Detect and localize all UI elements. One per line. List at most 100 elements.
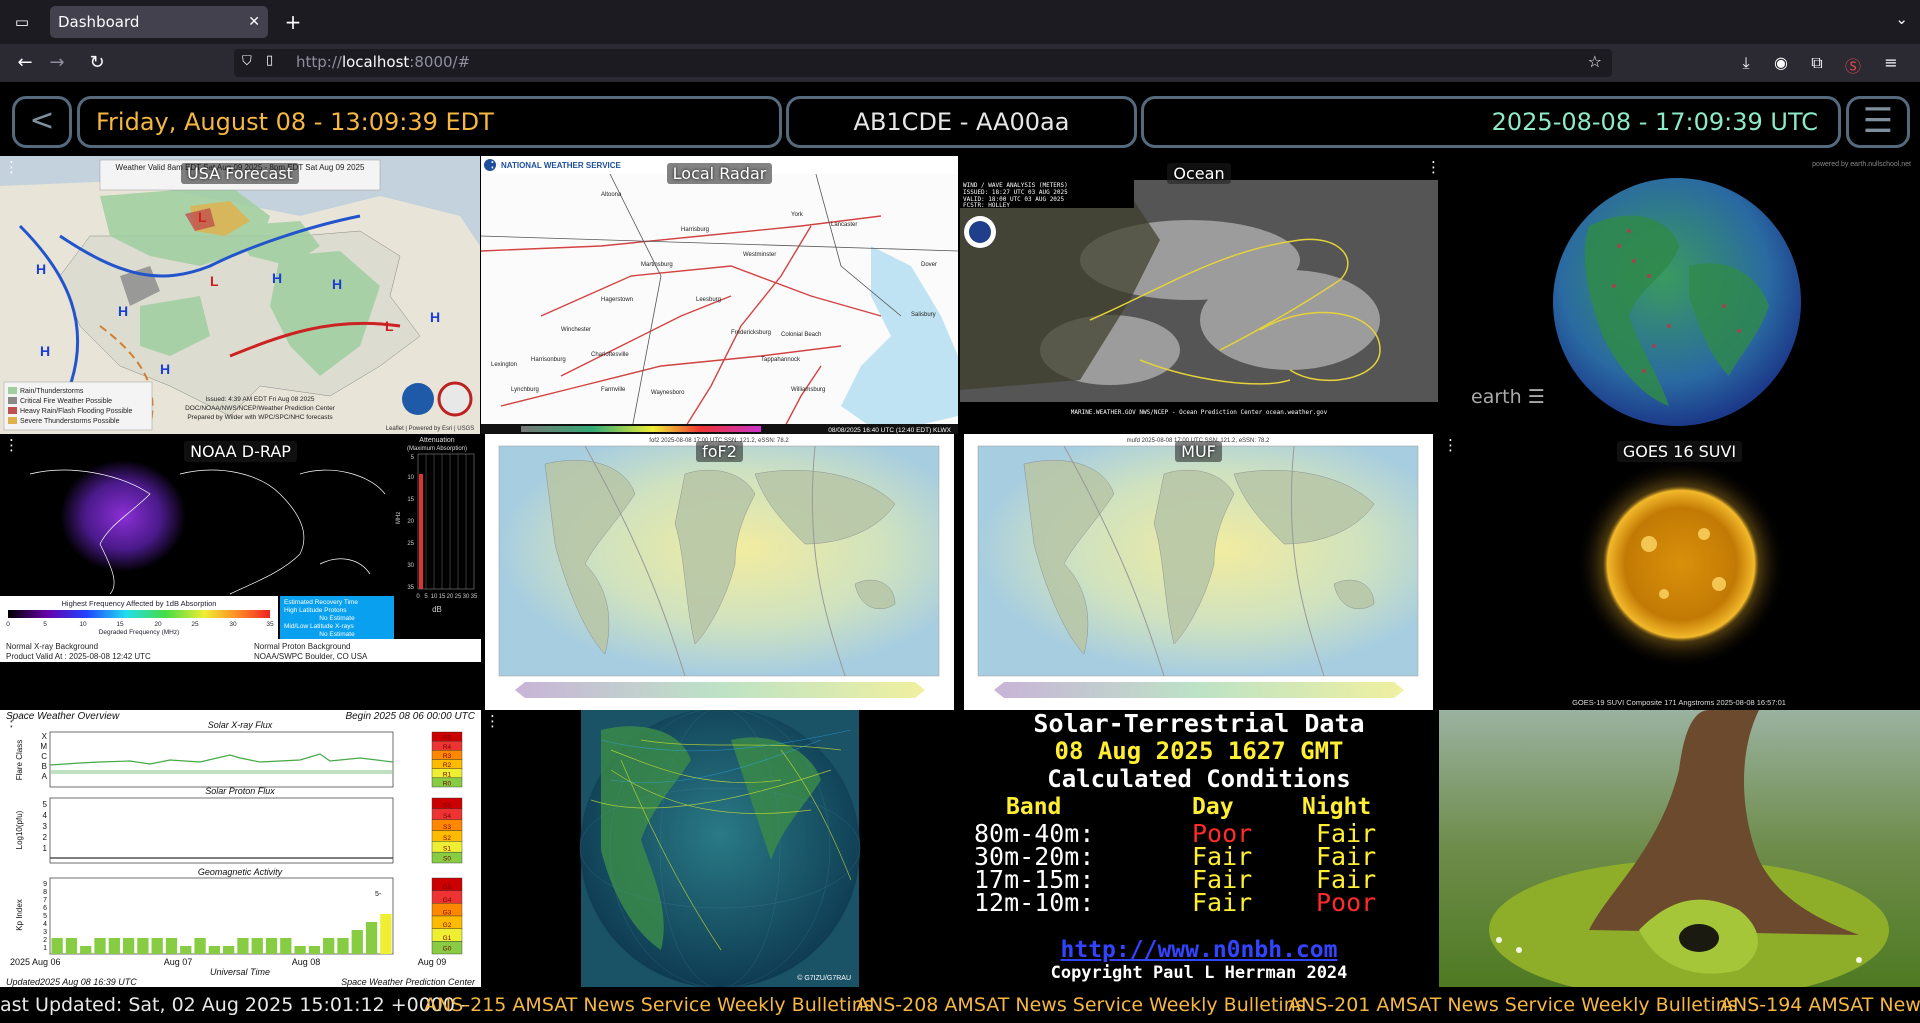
svg-text:H: H (36, 261, 46, 277)
colorbar-tick: 35 (266, 621, 274, 628)
kp-tick: 1 (43, 945, 47, 952)
dashboard-app: < Friday, August 08 - 13:09:39 EDT AB1CD… (0, 82, 1920, 1023)
ticker-item[interactable]: ANS-194 AMSAT News (1720, 987, 1920, 1023)
close-tab-icon[interactable]: ✕ (248, 6, 260, 38)
scale-label: G0 (443, 946, 452, 953)
radar-city: Harrisonburg (531, 357, 566, 363)
kp-bar (122, 938, 135, 954)
mhz-label: MHz (396, 512, 402, 524)
kp-tick: 3 (43, 929, 47, 936)
chevron-down-icon[interactable]: ⌄ (1895, 10, 1908, 28)
kp-bar (151, 938, 163, 954)
earth-label-text: earth (1471, 386, 1522, 408)
tile-menu-icon[interactable]: ⋮ (1426, 160, 1438, 175)
extensions-icon[interactable]: ⧉ (1806, 53, 1828, 73)
radar-city: Westminster (743, 252, 776, 258)
kp-tick: 8 (43, 889, 47, 896)
reload-icon[interactable]: ↻ (84, 50, 110, 76)
proton-tick: 1 (43, 844, 48, 853)
tile-title: foF2 (485, 441, 954, 462)
kp-tick: 4 (43, 921, 47, 928)
tile-ocean[interactable]: WIND / WAVE ANALYSIS (METERS) ISSUED: 18… (960, 156, 1438, 434)
ticker-item[interactable]: ANS-201 AMSAT News Service Weekly Bullet… (1288, 987, 1738, 1023)
proton-tick: 4 (43, 811, 48, 820)
news-ticker[interactable]: ast Updated: Sat, 02 Aug 2025 15:01:12 +… (0, 987, 1920, 1023)
tile-video[interactable] (1439, 710, 1920, 987)
tile-menu-icon[interactable]: ⋮ (4, 714, 19, 729)
solar-url-link[interactable]: http://www.n0nbh.com (960, 938, 1438, 962)
tile-earth[interactable]: powered by earth.nullschool.net earth ☰ (1439, 156, 1920, 434)
extension-s-icon[interactable]: Ⓢ (1842, 53, 1864, 77)
tile-usa-forecast[interactable]: HHH HHH HH LLL Weather Valid 8am EDT Sat… (0, 156, 480, 434)
tab-dashboard[interactable]: Dashboard ✕ (50, 6, 268, 38)
proton-tick: 2 (43, 833, 48, 842)
utc-time-display: 2025-08-08 - 17:09:39 UTC (1141, 96, 1841, 148)
account-icon[interactable]: ◉ (1770, 53, 1792, 72)
tile-menu-icon[interactable]: ⋮ (485, 160, 500, 175)
db-tick: 10 (431, 594, 438, 600)
xray-scale: R5 R4 R3 R2 R1 R0 (431, 731, 463, 787)
db-label: dB (432, 605, 442, 614)
noaa-logo (402, 383, 434, 415)
tile-menu-icon[interactable]: ⋮ (485, 714, 500, 729)
kp-bar (165, 938, 178, 954)
proton-background: Normal Proton Background (254, 642, 351, 651)
svg-text:L: L (210, 273, 219, 289)
tile-menu-icon[interactable]: ⋮ (4, 438, 19, 453)
earth-menu-icon[interactable]: ☰ (1528, 386, 1545, 408)
bookmark-star-icon[interactable]: ☆ (1588, 52, 1602, 71)
swo-xaxis-title: Universal Time (210, 967, 270, 977)
ticker-item[interactable]: ANS-215 AMSAT News Service Weekly Bullet… (424, 987, 874, 1023)
tab-overview-icon[interactable]: ▭ (10, 10, 34, 34)
radar-city: Martinsburg (641, 262, 673, 268)
tab-bar: ▭ Dashboard ✕ + ⌄ (0, 0, 1920, 44)
swo-begin: Begin 2025 08 06 00:00 UTC (345, 711, 475, 722)
back-button[interactable]: < (12, 96, 72, 148)
radar-city: Salisbury (911, 312, 936, 318)
download-icon[interactable]: ⤓ (1735, 53, 1757, 73)
menu-button[interactable]: ☰ (1846, 96, 1910, 148)
url-text[interactable]: http://localhost:8000/# (296, 53, 470, 71)
shield-icon[interactable]: ⛉ (242, 54, 252, 69)
tile-menu-icon[interactable]: ⋮ (4, 160, 19, 175)
tile-solar-terrestrial[interactable]: Solar-Terrestrial Data 08 Aug 2025 1627 … (960, 710, 1438, 987)
tile-title: MUF (964, 441, 1433, 462)
kp-bar (80, 946, 92, 954)
url-host: localhost (341, 53, 410, 71)
new-tab-button[interactable]: + (280, 9, 306, 35)
page-icon[interactable]: ▯ (266, 53, 273, 68)
earth-label[interactable]: earth ☰ (1471, 386, 1545, 408)
forecast-source: DOC/NOAA/NWS/NCEP/Weather Prediction Cen… (185, 405, 336, 412)
forward-arrow-icon[interactable]: → (44, 50, 70, 76)
map-attribution: Leaflet | Powered by Esri | USGS (386, 426, 475, 432)
nws-logo (437, 381, 473, 417)
tile-menu-icon[interactable]: ⋮ (489, 438, 504, 453)
ticker-item[interactable]: ANS-208 AMSAT News Service Weekly Bullet… (856, 987, 1306, 1023)
colorbar-tick: 0 (6, 621, 10, 628)
tile-grayline[interactable]: © G7IZU/G7RAU ⋮ (481, 710, 959, 987)
tile-space-weather[interactable]: Space Weather Overview Begin 2025 08 06 … (0, 710, 481, 987)
legend-rain: Rain/Thunderstorms (20, 388, 84, 395)
kp-bar (380, 914, 392, 954)
tile-muf[interactable]: mufd 2025-08-08 17:00 UTC SSN: 121.2, eS… (964, 434, 1433, 710)
scale-label: G4 (443, 897, 452, 904)
xray-axis-label: Flare Class (15, 740, 24, 780)
tile-goes-suvi[interactable]: GOES-19 SUVI Composite 171 Angstroms 202… (1439, 434, 1920, 710)
swo-date: Aug 08 (292, 957, 321, 967)
swo-source: Space Weather Prediction Center (341, 977, 476, 987)
scale-label: G5 (443, 884, 452, 891)
tile-local-radar[interactable]: NATIONAL WEATHER SERVICE Altoona Harrisb… (481, 156, 958, 434)
mhz-tick: 30 (407, 563, 414, 569)
ocean-info-line: ISSUED: 18:27 UTC 03 AUG 2025 (963, 189, 1068, 196)
tile-menu-icon[interactable]: ⋮ (1443, 438, 1458, 453)
hamburger-menu-icon[interactable]: ≡ (1880, 53, 1902, 72)
xray-class: B (42, 762, 47, 771)
tile-drap[interactable]: Attenuation (Maximum Absorption) 35 30 2… (0, 434, 481, 662)
kp-tick: 9 (43, 881, 47, 888)
svg-text:L: L (385, 318, 394, 334)
tile-fof2[interactable]: fof2 2025-08-08 17:00 UTC SSN: 121.2, eS… (485, 434, 954, 710)
swo-date: Aug 07 (164, 957, 193, 967)
xray-class: C (41, 752, 47, 761)
url-bar[interactable]: ⛉ ▯ http://localhost:8000/# ☆ (234, 49, 1612, 77)
back-arrow-icon[interactable]: ← (12, 50, 38, 76)
